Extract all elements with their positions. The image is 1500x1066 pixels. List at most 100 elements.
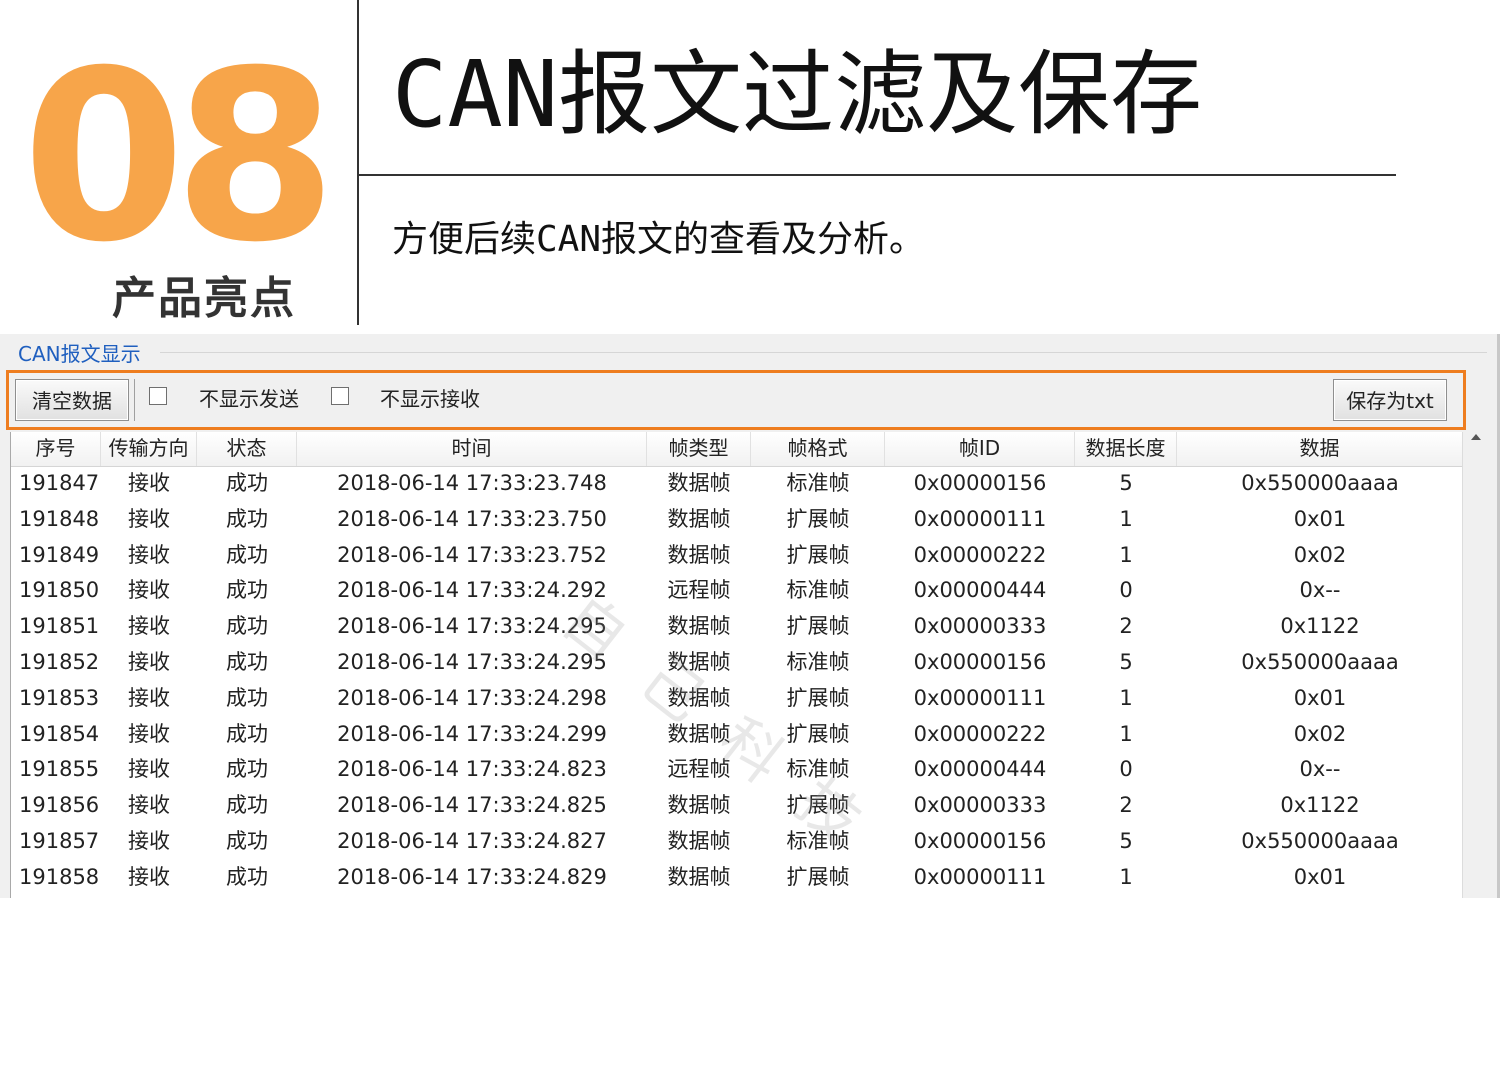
- table-cell: 0x02: [1293, 542, 1347, 567]
- table-cell: 数据帧: [667, 864, 731, 889]
- table-row[interactable]: 191851 接收 成功 2018-06-14 17:33:24.295 数据帧 扩展帧 0…: [11, 609, 1463, 645]
- group-border: [160, 352, 1487, 353]
- table-cell: 2: [1119, 793, 1133, 818]
- table-cell: 0x00000222: [913, 721, 1047, 746]
- can-message-window: CAN报文显示 清空数据 不显示发送 不显示接收 保存为txt 序号 传输方向 状态…: [0, 334, 1500, 898]
- table-cell: 成功: [226, 614, 268, 639]
- table-cell: 接收: [128, 721, 170, 746]
- table-cell: 0x--: [1299, 578, 1341, 603]
- table-cell: 2018-06-14 17:33:24.825: [337, 793, 607, 818]
- table-cell: 191847: [19, 471, 100, 495]
- column-header[interactable]: 传输方向: [101, 432, 197, 466]
- hide-receive-label[interactable]: 不显示接收: [380, 383, 480, 412]
- table-cell: 2018-06-14 17:33:24.298: [337, 685, 607, 710]
- table-cell: 0x550000aaaa: [1241, 649, 1399, 674]
- column-header[interactable]: 状态: [197, 432, 297, 466]
- table-cell: 接收: [128, 828, 170, 853]
- column-header[interactable]: 帧格式: [751, 432, 885, 466]
- table-cell: 191856: [19, 793, 100, 818]
- table-cell: 191848: [19, 506, 100, 531]
- table-cell: 成功: [226, 542, 268, 567]
- table-cell: 标准帧: [786, 471, 850, 495]
- table-cell: 0x00000444: [913, 578, 1047, 603]
- table-cell: 0: [1119, 578, 1133, 603]
- table-cell: 0x00000111: [913, 506, 1047, 531]
- table-row[interactable]: 191858 接收 成功 2018-06-14 17:33:24.829 数据帧 扩展帧 0…: [11, 860, 1463, 896]
- table-cell: 接收: [128, 864, 170, 889]
- table-cell: 数据帧: [667, 828, 731, 853]
- table-cell: 0x1122: [1280, 793, 1360, 818]
- table-cell: 0x1122: [1280, 614, 1360, 639]
- table-cell: 5: [1119, 471, 1133, 495]
- table-cell: 191857: [19, 828, 100, 853]
- table-cell: 成功: [226, 506, 268, 531]
- table-row[interactable]: 191847 接收 成功 2018-06-14 17:33:23.748 数据帧 标准帧 0…: [11, 466, 1463, 502]
- table-cell: 191853: [19, 685, 100, 710]
- table-cell: 2018-06-14 17:33:24.827: [337, 828, 607, 853]
- table-cell: 2018-06-14 17:33:24.829: [337, 864, 607, 889]
- table-cell: 191858: [19, 864, 100, 889]
- table-row[interactable]: 191856 接收 成功 2018-06-14 17:33:24.825 数据帧 扩展帧 0…: [11, 788, 1463, 824]
- table-cell: 0x550000aaaa: [1241, 471, 1399, 495]
- clear-data-button[interactable]: 清空数据: [15, 379, 129, 421]
- table-cell: 191854: [19, 721, 100, 746]
- table-cell: 0x01: [1293, 506, 1347, 531]
- page-description: 方便后续CAN报文的查看及分析。: [392, 219, 926, 260]
- vertical-scrollbar[interactable]: [1462, 432, 1491, 898]
- table-cell: 接收: [128, 506, 170, 531]
- scroll-up-arrow-icon[interactable]: [1471, 434, 1481, 440]
- table-cell: 191851: [19, 614, 100, 639]
- table-cell: 扩展帧: [786, 864, 850, 889]
- table-cell: 0x00000156: [913, 828, 1047, 853]
- table-cell: 0x00000333: [913, 614, 1047, 639]
- table-cell: 标准帧: [786, 578, 850, 603]
- table-cell: 扩展帧: [786, 506, 850, 531]
- table-cell: 接收: [128, 578, 170, 603]
- table-cell: 数据帧: [667, 542, 731, 567]
- vertical-divider: [357, 0, 359, 325]
- table-cell: 数据帧: [667, 506, 731, 531]
- table-cell: 2018-06-14 17:33:24.299: [337, 721, 607, 746]
- column-header[interactable]: 数据: [1177, 432, 1463, 466]
- table-row[interactable]: 191852 接收 成功 2018-06-14 17:33:24.295 数据帧 标准帧 0…: [11, 645, 1463, 681]
- hide-receive-checkbox[interactable]: [331, 387, 349, 405]
- table-row[interactable]: 191849 接收 成功 2018-06-14 17:33:23.752 数据帧 扩展帧 0…: [11, 538, 1463, 574]
- message-table[interactable]: 序号 传输方向 状态 时间 帧类型 帧格式 帧ID 数据长度 数据 191847 接收 成功 2018…: [10, 432, 1463, 898]
- table-cell: 191855: [19, 757, 100, 782]
- page-title: CAN报文过滤及保存: [392, 41, 1203, 148]
- column-header[interactable]: 序号: [11, 432, 101, 466]
- table-cell: 0x00000444: [913, 757, 1047, 782]
- table-cell: 191850: [19, 578, 100, 603]
- section-label: 产品亮点: [112, 273, 296, 324]
- table-cell: 0x00000156: [913, 471, 1047, 495]
- table-cell: 1: [1119, 685, 1133, 710]
- table-row[interactable]: 191857 接收 成功 2018-06-14 17:33:24.827 数据帧 标准帧 0…: [11, 824, 1463, 860]
- column-header[interactable]: 时间: [297, 432, 647, 466]
- save-txt-button[interactable]: 保存为txt: [1333, 379, 1447, 421]
- table-cell: 0x550000aaaa: [1241, 828, 1399, 853]
- table-cell: 成功: [226, 864, 268, 889]
- table-row[interactable]: 191850 接收 成功 2018-06-14 17:33:24.292 远程帧 标准帧 0…: [11, 573, 1463, 609]
- table-cell: 0x01: [1293, 864, 1347, 889]
- table-cell: 标准帧: [786, 649, 850, 674]
- table-cell: 接收: [128, 471, 170, 495]
- table-cell: 0: [1119, 757, 1133, 782]
- table-cell: 0x01: [1293, 685, 1347, 710]
- hide-send-label[interactable]: 不显示发送: [199, 383, 299, 412]
- table-header: 序号 传输方向 状态 时间 帧类型 帧格式 帧ID 数据长度 数据: [11, 432, 1463, 467]
- table-cell: 远程帧: [667, 578, 731, 603]
- column-header[interactable]: 数据长度: [1075, 432, 1177, 466]
- column-header[interactable]: 帧类型: [647, 432, 751, 466]
- section-number: 08: [22, 21, 337, 294]
- table-cell: 接收: [128, 542, 170, 567]
- toolbar: 清空数据 不显示发送 不显示接收 保存为txt: [6, 370, 1466, 430]
- table-row[interactable]: 191848 接收 成功 2018-06-14 17:33:23.750 数据帧 扩展帧 0…: [11, 502, 1463, 538]
- column-header[interactable]: 帧ID: [885, 432, 1075, 466]
- table-cell: 数据帧: [667, 793, 731, 818]
- hide-send-checkbox[interactable]: [149, 387, 167, 405]
- table-cell: 成功: [226, 649, 268, 674]
- table-cell: 191852: [19, 649, 100, 674]
- table-cell: 接收: [128, 757, 170, 782]
- table-cell: 接收: [128, 614, 170, 639]
- table-cell: 扩展帧: [786, 542, 850, 567]
